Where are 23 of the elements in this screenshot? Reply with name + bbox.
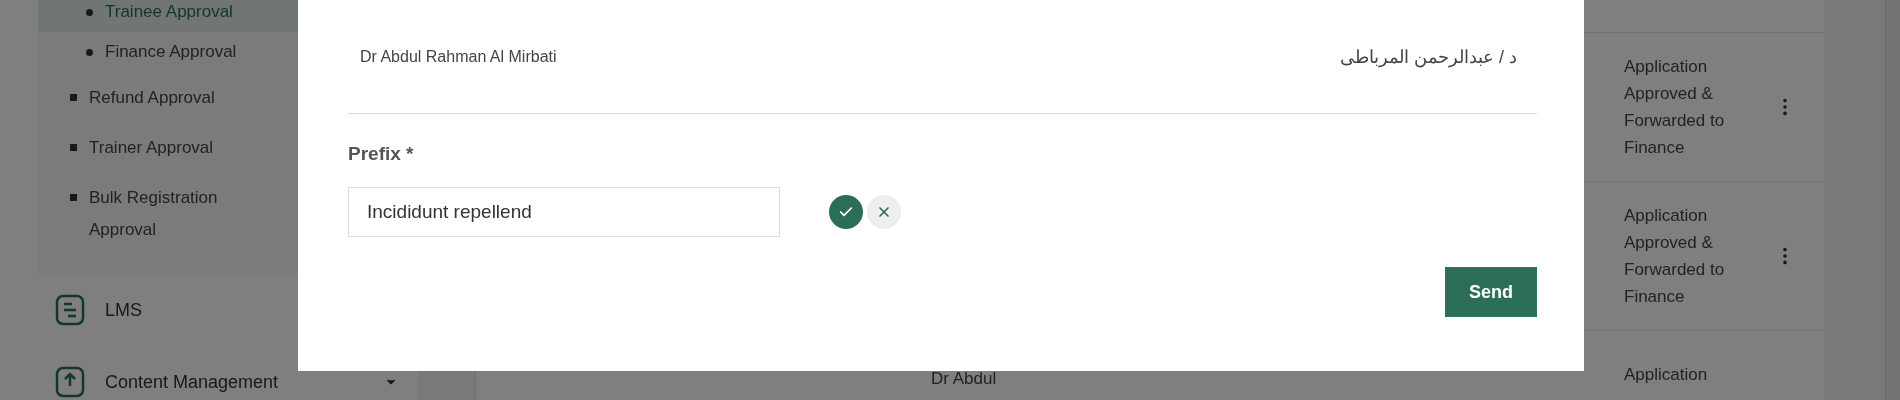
- bullet-icon: [86, 48, 93, 56]
- nav-item[interactable]: Content Management: [105, 371, 364, 393]
- close-icon: [876, 204, 892, 220]
- prefix-field[interactable]: Incididunt repellend: [348, 187, 780, 237]
- list-icon: [55, 294, 85, 326]
- bullet-icon: [70, 94, 77, 101]
- status-text: Application Approved & Forwarded to Finance: [1624, 56, 1726, 159]
- cancel-button[interactable]: [867, 195, 901, 229]
- name-arabic: د / عبدالرحمن المرباطى: [1340, 45, 1517, 68]
- confirm-button[interactable]: [829, 195, 863, 229]
- send-button[interactable]: Send: [1445, 267, 1537, 317]
- field-label: Prefix *: [348, 143, 415, 165]
- status-text: Application: [1624, 364, 1709, 386]
- menu-item[interactable]: Bulk Registration Approval: [89, 182, 249, 246]
- table-cell-text: Dr Abdul: [931, 369, 998, 389]
- bullet-icon: [70, 144, 77, 151]
- bullet-icon: [70, 194, 77, 201]
- bullet-icon: [86, 8, 93, 16]
- upload-icon: [55, 366, 85, 398]
- menu-item[interactable]: Refund Approval: [89, 82, 249, 114]
- status-text: Application Approved & Forwarded to Finance: [1624, 205, 1726, 308]
- name-english: Dr Abdul Rahman Al Mirbati: [360, 47, 557, 66]
- menu-item[interactable]: Trainer Approval: [89, 132, 249, 164]
